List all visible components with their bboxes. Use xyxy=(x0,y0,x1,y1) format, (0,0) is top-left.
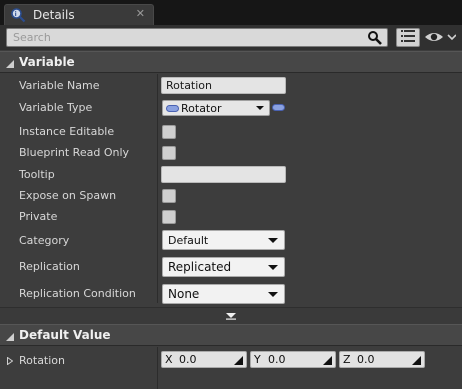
container-type-icon[interactable] xyxy=(272,104,285,111)
private-label: Private xyxy=(19,210,58,223)
y-axis-label: Y xyxy=(254,353,261,366)
resize-handle-icon[interactable] xyxy=(412,355,421,365)
details-panel: Variable Variable Name Rotation Variable… xyxy=(0,25,462,389)
variable-category-header[interactable]: Variable xyxy=(0,51,462,73)
tooltip-label: Tooltip xyxy=(19,168,55,181)
rotation-y-field[interactable]: Y 0.0 xyxy=(250,351,336,368)
search-box xyxy=(6,28,388,47)
expose-on-spawn-checkbox[interactable] xyxy=(162,189,176,203)
details-magnifier-icon: i xyxy=(9,7,27,23)
rotation-z-field[interactable]: Z 0.0 xyxy=(339,351,425,368)
variable-type-label: Variable Type xyxy=(19,101,93,114)
instance-editable-label: Instance Editable xyxy=(19,125,115,138)
svg-text:i: i xyxy=(15,11,17,18)
private-checkbox[interactable] xyxy=(162,210,176,224)
replication-label: Replication xyxy=(19,260,80,273)
expand-arrow-icon[interactable] xyxy=(7,355,14,366)
replication-condition-value: None xyxy=(168,287,200,301)
rotation-label: Rotation xyxy=(19,354,66,367)
default-value-category-header[interactable]: Default Value xyxy=(0,324,462,346)
x-value: 0.0 xyxy=(179,353,197,366)
expand-advanced-icon xyxy=(225,310,237,323)
list-view-icon xyxy=(401,30,415,45)
chevron-down-icon xyxy=(256,106,264,110)
eye-icon xyxy=(424,30,457,47)
variable-type-value: Rotator xyxy=(181,101,222,115)
replication-dropdown[interactable]: Replicated xyxy=(162,257,285,277)
tab-label: Details xyxy=(33,8,75,22)
replication-value: Replicated xyxy=(168,260,232,274)
category-label: Category xyxy=(19,234,70,247)
y-value: 0.0 xyxy=(268,353,286,366)
tooltip-field[interactable] xyxy=(161,166,286,183)
resize-handle-icon[interactable] xyxy=(323,355,332,365)
chevron-down-icon xyxy=(268,292,278,297)
category-value: Default xyxy=(168,233,209,247)
z-axis-label: Z xyxy=(343,353,351,366)
resize-handle-icon[interactable] xyxy=(234,355,243,365)
close-icon[interactable]: ✕ xyxy=(136,7,145,20)
chevron-down-icon xyxy=(268,265,278,270)
visibility-options-button[interactable] xyxy=(424,30,457,47)
rotation-x-field[interactable]: X 0.0 xyxy=(161,351,247,368)
blueprint-read-only-checkbox[interactable] xyxy=(162,146,176,160)
search-icon[interactable] xyxy=(367,30,383,46)
advanced-expander[interactable] xyxy=(0,307,462,324)
category-title: Variable xyxy=(19,55,75,69)
variable-name-label: Variable Name xyxy=(19,79,100,92)
expose-on-spawn-label: Expose on Spawn xyxy=(19,189,117,202)
tab-bar: i Details ✕ xyxy=(0,0,462,25)
column-divider[interactable] xyxy=(157,74,158,303)
search-input[interactable] xyxy=(7,29,359,46)
search-bar xyxy=(0,25,462,50)
tab-details[interactable]: i Details ✕ xyxy=(4,4,154,25)
blueprint-read-only-label: Blueprint Read Only xyxy=(19,146,130,159)
struct-pin-icon xyxy=(166,104,179,112)
collapse-arrow-icon xyxy=(6,58,14,68)
column-divider[interactable] xyxy=(157,347,158,389)
x-axis-label: X xyxy=(165,353,173,366)
replication-condition-dropdown[interactable]: None xyxy=(162,284,285,304)
category-dropdown[interactable]: Default xyxy=(162,230,285,250)
instance-editable-checkbox[interactable] xyxy=(162,125,176,139)
collapse-arrow-icon xyxy=(6,331,14,341)
chevron-down-icon xyxy=(268,238,278,243)
view-options-button[interactable] xyxy=(396,28,420,47)
variable-type-dropdown[interactable]: Rotator xyxy=(162,100,270,116)
replication-condition-label: Replication Condition xyxy=(19,287,136,300)
z-value: 0.0 xyxy=(357,353,375,366)
category-title: Default Value xyxy=(19,328,111,342)
variable-name-field[interactable]: Rotation xyxy=(161,77,286,94)
